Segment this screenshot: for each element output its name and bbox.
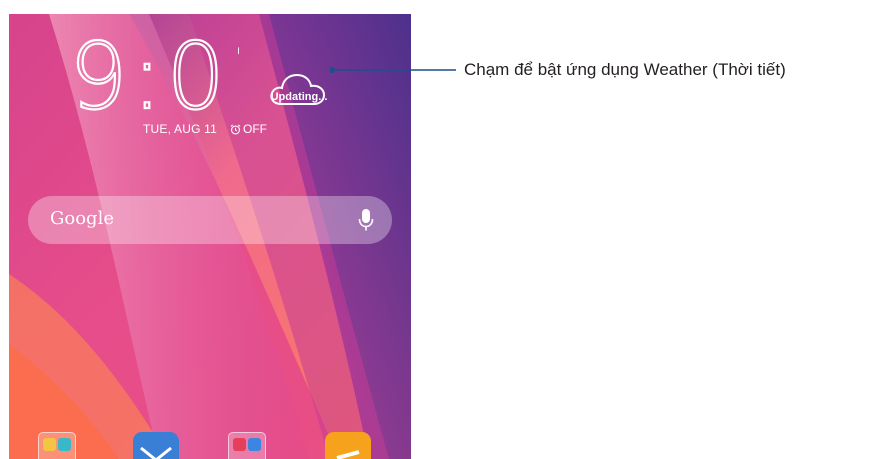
alarm-label: OFF bbox=[243, 122, 267, 136]
alarm-icon bbox=[230, 124, 241, 134]
mail-icon[interactable] bbox=[133, 432, 179, 459]
settings-icon bbox=[248, 438, 261, 451]
date-label: TUE, AUG 11 bbox=[143, 122, 218, 136]
google-logo: Google bbox=[50, 208, 114, 229]
google-search-bar[interactable]: Google bbox=[28, 196, 392, 244]
gallery-icon bbox=[233, 438, 246, 451]
microphone-icon[interactable] bbox=[358, 208, 374, 232]
contacts-icon bbox=[58, 438, 71, 451]
page: 9:01 TUE, AUG 11 OFF Updating... Google bbox=[0, 0, 891, 459]
clock: 9:01 bbox=[69, 32, 239, 122]
alarm-status: OFF bbox=[230, 122, 267, 136]
callout-text: Chạm để bật ứng dụng Weather (Thời tiết) bbox=[464, 60, 786, 79]
svg-text:9:01: 9:01 bbox=[69, 32, 239, 122]
weather-status[interactable]: Updating... bbox=[264, 91, 334, 103]
app-icon[interactable] bbox=[325, 432, 371, 459]
app-folder-2[interactable] bbox=[228, 432, 266, 459]
app-folder-1[interactable] bbox=[38, 432, 76, 459]
maps-icon bbox=[43, 438, 56, 451]
